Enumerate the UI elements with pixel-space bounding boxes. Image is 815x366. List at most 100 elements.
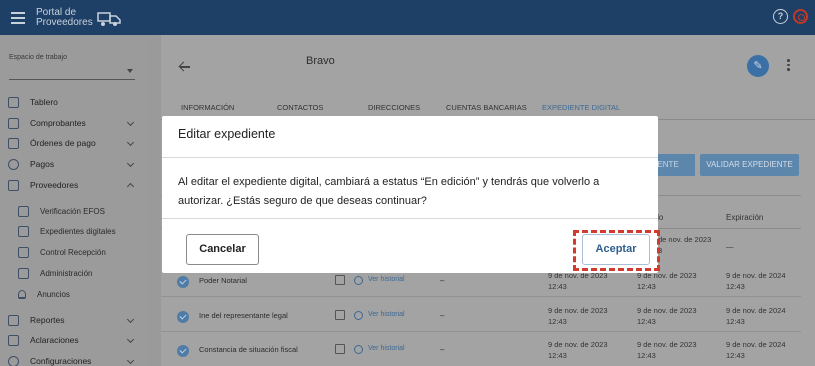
- tab-contactos[interactable]: CONTACTOS: [277, 103, 323, 112]
- back-arrow-icon[interactable]: [179, 61, 191, 73]
- sidebar-item-label: Administración: [40, 268, 93, 278]
- date-value: 9 de nov. de 2023: [637, 340, 697, 349]
- workspace-label: Espacio de trabajo: [9, 54, 67, 61]
- sidebar-item-label: Aclaraciones: [30, 335, 79, 345]
- card-icon: [8, 137, 19, 149]
- time-value: 12:43: [548, 282, 567, 291]
- sidebar-item-label: Proveedores: [30, 180, 79, 190]
- dialog-title: Editar expediente: [178, 127, 276, 141]
- folder-icon: [18, 225, 29, 237]
- workspace-select[interactable]: [9, 68, 135, 80]
- validate-expedient-button[interactable]: VALIDAR EXPEDIENTE: [700, 154, 799, 176]
- bell-icon: [18, 289, 26, 299]
- sidebar-item-anuncios[interactable]: Anuncios: [0, 284, 148, 304]
- chevron-down-icon: [126, 356, 135, 365]
- chevron-up-icon: [126, 182, 135, 191]
- sidebar-item-comprobantes[interactable]: Comprobantes: [0, 113, 148, 133]
- pencil-icon: ✎: [753, 60, 763, 72]
- history-icon: [354, 276, 363, 285]
- verify-icon: [18, 205, 29, 217]
- status-text: –: [440, 345, 445, 354]
- caret-down-icon: [127, 69, 133, 73]
- row-divider: [161, 296, 801, 297]
- sidebar-item-ordenes[interactable]: Órdenes de pago: [0, 133, 148, 153]
- date-cell: 9 de nov. de 2023 12:43: [637, 339, 697, 361]
- check-circle-icon: [177, 345, 189, 357]
- sidebar-item-aclaraciones[interactable]: Aclaraciones: [0, 330, 148, 350]
- dialog-message: Al editar el expediente digital, cambiar…: [178, 176, 600, 207]
- accept-button[interactable]: Aceptar: [582, 234, 650, 265]
- chevron-down-icon: [126, 138, 135, 147]
- sidebar-item-verificacion-efos[interactable]: Verificación EFOS: [0, 201, 148, 221]
- date-value: 9 de nov. de 2023: [548, 306, 608, 315]
- time-value: 12:43: [637, 282, 656, 291]
- date-cell: 9 de nov. de 2023 12:43: [548, 305, 608, 327]
- top-bar: Portal de Proveedores ?: [0, 0, 815, 35]
- sidebar-item-administracion[interactable]: Administración: [0, 263, 148, 283]
- date-cell: 9 de nov. de 2023 12:43: [548, 270, 608, 292]
- tab-informacion[interactable]: INFORMACIÓN: [181, 103, 234, 112]
- first-row-date-fragment: de nov. de 2023: [658, 235, 712, 244]
- chart-icon: [8, 314, 19, 326]
- history-link[interactable]: Ver historial: [368, 311, 405, 318]
- dashboard-icon: [8, 96, 19, 108]
- date-cell: 9 de nov. de 2023 12:43: [637, 305, 697, 327]
- menu-icon[interactable]: [11, 11, 25, 24]
- sidebar-item-reportes[interactable]: Reportes: [0, 310, 148, 330]
- sidebar-item-label: Órdenes de pago: [30, 138, 96, 148]
- tab-expediente-digital[interactable]: EXPEDIENTE DIGITAL: [542, 103, 620, 112]
- sidebar-item-label: Tablero: [30, 97, 58, 107]
- edit-expedient-dialog: Editar expediente Al editar el expedient…: [162, 116, 660, 273]
- sidebar-item-proveedores[interactable]: Proveedores: [0, 175, 148, 195]
- mail-icon: [8, 334, 19, 346]
- logo-line2: Proveedores: [36, 16, 93, 28]
- sidebar-item-label: Reportes: [30, 315, 65, 325]
- table-row: Ine del representante legal Ver historia…: [161, 298, 801, 332]
- more-vert-icon[interactable]: [787, 59, 790, 73]
- status-text: –: [440, 311, 445, 320]
- date-value: 9 de nov. de 2024: [726, 271, 786, 280]
- gear-icon: [8, 355, 19, 366]
- list-icon: [18, 246, 29, 258]
- history-link[interactable]: Ver historial: [368, 345, 405, 352]
- history-link[interactable]: Ver historial: [368, 276, 405, 283]
- tab-direcciones[interactable]: DIRECCIONES: [368, 103, 420, 112]
- edit-button[interactable]: ✎: [747, 55, 769, 77]
- sidebar-item-label: Verificación EFOS: [40, 206, 105, 216]
- date-cell: 9 de nov. de 2023 12:43: [637, 270, 697, 292]
- sidebar-item-label: Control Recepción: [40, 247, 106, 257]
- open-in-new-icon[interactable]: [335, 344, 345, 354]
- chevron-down-icon: [126, 335, 135, 344]
- support-icon[interactable]: [793, 9, 808, 24]
- sidebar: Espacio de trabajo Tablero Comprobantes …: [0, 35, 148, 366]
- sidebar-item-control-recepcion[interactable]: Control Recepción: [0, 242, 148, 262]
- sidebar-item-label: Anuncios: [37, 289, 70, 299]
- date-value: 9 de nov. de 2023: [637, 306, 697, 315]
- help-icon[interactable]: ?: [773, 9, 788, 24]
- open-in-new-icon[interactable]: [335, 275, 345, 285]
- logo-line1: Portal de: [36, 6, 77, 18]
- sidebar-item-expedientes-digitales[interactable]: Expedientes digitales: [0, 221, 148, 241]
- sidebar-item-pagos[interactable]: Pagos: [0, 154, 148, 174]
- sidebar-item-label: Comprobantes: [30, 118, 86, 128]
- col-header-expiracion: Expiración: [726, 213, 764, 222]
- tab-cuentas-bancarias[interactable]: CUENTAS BANCARIAS: [446, 103, 527, 112]
- expiration-cell: 9 de nov. de 2024 12:43: [726, 305, 786, 327]
- check-circle-icon: [177, 311, 189, 323]
- time-value: 12:43: [548, 317, 567, 326]
- app-logo[interactable]: Portal de Proveedores: [36, 6, 122, 28]
- document-name: Ine del representante legal: [199, 311, 288, 320]
- date-value: 9 de nov. de 2024: [726, 340, 786, 349]
- cancel-button[interactable]: Cancelar: [186, 234, 259, 265]
- sidebar-item-configuraciones[interactable]: Configuraciones: [0, 351, 148, 366]
- building-icon: [8, 179, 19, 191]
- open-in-new-icon[interactable]: [335, 310, 345, 320]
- date-cell: 9 de nov. de 2023 12:43: [548, 339, 608, 361]
- document-name: Constancia de situación fiscal: [199, 345, 298, 354]
- admin-icon: [18, 267, 29, 279]
- page-title: Bravo: [306, 55, 335, 67]
- history-icon: [354, 345, 363, 354]
- dialog-divider-top: [162, 157, 658, 158]
- date-value: 9 de nov. de 2024: [726, 306, 786, 315]
- sidebar-item-tablero[interactable]: Tablero: [0, 92, 148, 112]
